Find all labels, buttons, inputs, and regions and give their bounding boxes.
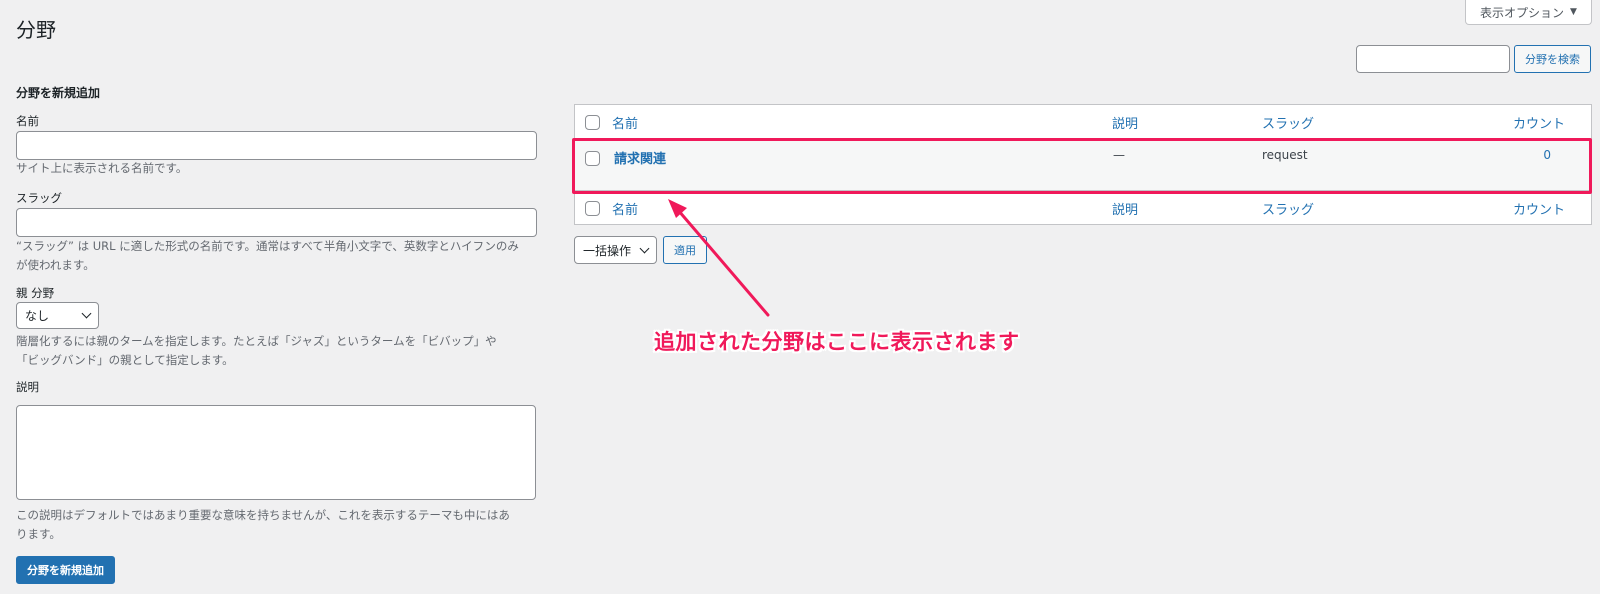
annotation-text: 追加された分野はここに表示されます bbox=[654, 330, 1020, 354]
annotation-arrow-icon bbox=[668, 199, 770, 317]
